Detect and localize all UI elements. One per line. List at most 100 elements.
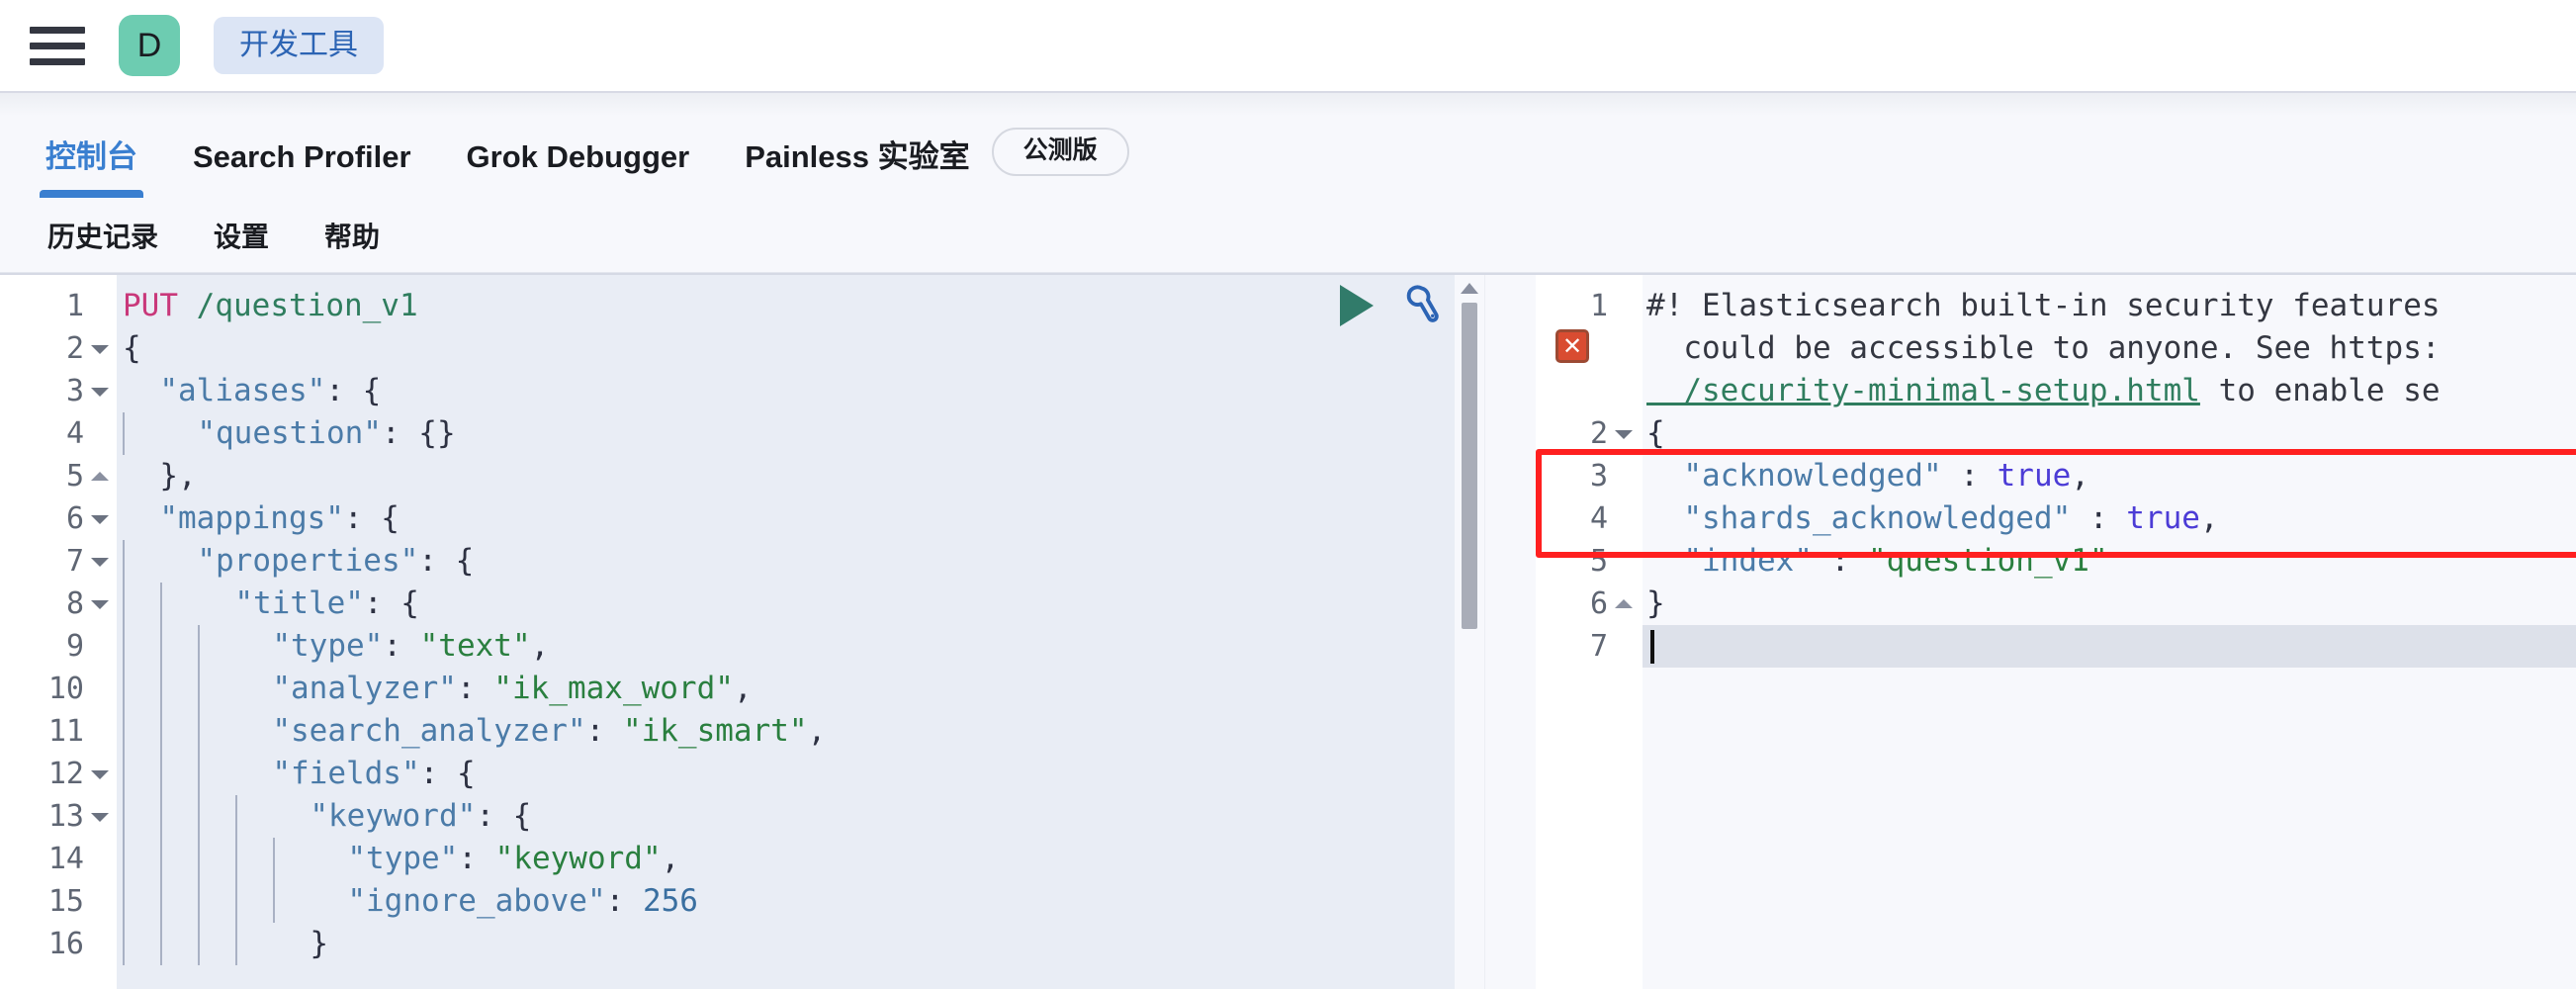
error-icon[interactable]: ✕ — [1555, 329, 1589, 363]
code-token: /question_v1 — [196, 288, 418, 323]
pane-resize-handle[interactable] — [1484, 275, 1536, 989]
response-line[interactable]: "shards_acknowledged" : true, — [1643, 497, 2576, 540]
code-line[interactable]: "fields": { — [117, 753, 1536, 795]
code-token: "ik_max_word" — [493, 671, 734, 706]
beta-badge: 公测版 — [991, 128, 1129, 176]
code-token: "ignore_above" — [347, 883, 606, 919]
avatar[interactable]: D — [119, 15, 180, 76]
subnav-help[interactable]: 帮助 — [297, 216, 407, 255]
fold-toggle-icon[interactable] — [91, 595, 109, 613]
indent-guide — [123, 412, 160, 455]
line-number-text: 7 — [65, 543, 84, 579]
code-line[interactable]: { — [117, 327, 1536, 370]
fold-toggle-icon[interactable] — [91, 553, 109, 571]
indent-guide — [198, 625, 235, 668]
response-pane[interactable]: ✕ 1 2 3 4 5 6 7 #! Elasticsearch built-in secu… — [1536, 273, 2576, 989]
line-number-text: 12 — [47, 756, 84, 791]
code-line[interactable]: "aliases": { — [117, 370, 1536, 412]
tab-search-profiler-label: Search Profiler — [193, 139, 411, 174]
line-number-text: 3 — [65, 373, 84, 408]
response-line[interactable]: #! Elasticsearch built-in security featu… — [1643, 285, 2576, 327]
response-line-number: 6 — [1536, 583, 1643, 625]
code-token: : { — [476, 798, 532, 834]
response-line[interactable] — [1643, 625, 2576, 668]
scrollbar-thumb[interactable] — [1462, 303, 1477, 629]
subnav-settings[interactable]: 设置 — [186, 216, 297, 255]
code-token: : — [456, 671, 494, 706]
code-line[interactable]: "ignore_above": 256 — [117, 880, 1536, 923]
subnav-history[interactable]: 历史记录 — [20, 216, 186, 255]
tab-grok-debugger[interactable]: Grok Debugger — [439, 141, 718, 198]
tab-grok-debugger-label: Grok Debugger — [466, 139, 690, 174]
indent-guide — [123, 880, 160, 923]
response-line[interactable]: /security-minimal-setup.html to enable s… — [1643, 370, 2576, 412]
fold-toggle-icon[interactable] — [91, 808, 109, 826]
code-line[interactable]: "title": { — [117, 583, 1536, 625]
code-line[interactable]: "type": "keyword", — [117, 838, 1536, 880]
scroll-up-arrow-icon[interactable] — [1461, 283, 1478, 294]
response-line[interactable]: } — [1643, 583, 2576, 625]
code-line[interactable]: "mappings": { — [117, 497, 1536, 540]
code-line[interactable]: "question": {} — [117, 412, 1536, 455]
response-line[interactable]: "index" : "question_v1" — [1643, 540, 2576, 583]
request-editor-scrollbar[interactable] — [1455, 275, 1484, 989]
code-line[interactable]: "analyzer": "ik_max_word", — [117, 668, 1536, 710]
fold-toggle-icon[interactable] — [91, 383, 109, 401]
hamburger-icon[interactable] — [30, 23, 85, 68]
tab-console[interactable]: 控制台 — [18, 141, 165, 198]
code-line[interactable]: }, — [117, 455, 1536, 497]
response-line[interactable]: { — [1643, 412, 2576, 455]
fold-toggle-icon[interactable] — [91, 340, 109, 358]
line-number-text: 4 — [1589, 500, 1608, 536]
request-line-number: 14 — [0, 838, 117, 880]
code-token: "text" — [419, 628, 531, 664]
fold-toggle-icon[interactable] — [91, 510, 109, 528]
request-code-area[interactable]: PUT /question_v1{ "aliases": { "question… — [117, 275, 1536, 989]
code-token: : { — [325, 373, 382, 408]
response-token: : — [1812, 543, 1868, 579]
line-number-text: 4 — [65, 415, 84, 451]
code-line[interactable]: "type": "text", — [117, 625, 1536, 668]
request-line-number: 6 — [0, 497, 117, 540]
fold-toggle-icon[interactable] — [91, 468, 109, 486]
response-line[interactable]: could be accessible to anyone. See https… — [1643, 327, 2576, 370]
fold-toggle-icon[interactable] — [1615, 425, 1633, 443]
console-workspace: 1 2 3 4 5 6 7 8 9 10 11 12 13 14 15 16 PUT /question_v1… — [0, 273, 2576, 989]
play-icon[interactable] — [1340, 285, 1374, 326]
code-line[interactable]: "search_analyzer": "ik_smart", — [117, 710, 1536, 753]
code-line[interactable]: "keyword": { — [117, 795, 1536, 838]
code-token: : { — [418, 543, 475, 579]
response-line-number: 7 — [1536, 625, 1643, 668]
request-line-number: 3 — [0, 370, 117, 412]
line-number-text: 3 — [1589, 458, 1608, 494]
response-token — [1646, 461, 1683, 492]
request-line-number: 12 — [0, 753, 117, 795]
response-code-area[interactable]: #! Elasticsearch built-in security featu… — [1643, 275, 2576, 989]
tab-search-profiler[interactable]: Search Profiler — [165, 141, 439, 198]
secondary-nav: 历史记录 设置 帮助 — [0, 198, 2576, 273]
code-line[interactable]: } — [117, 923, 1536, 965]
code-line[interactable]: "properties": { — [117, 540, 1536, 583]
indent-guide — [160, 923, 198, 965]
request-line-number: 8 — [0, 583, 117, 625]
hamburger-bar-2 — [30, 42, 85, 49]
tab-painless-lab-label: Painless 实验室 — [745, 139, 970, 174]
tab-painless-lab[interactable]: Painless 实验室 公测版 — [717, 124, 1156, 198]
fold-toggle-icon[interactable] — [91, 765, 109, 783]
top-bar: D 开发工具 — [0, 0, 2576, 91]
fold-toggle-icon[interactable] — [1615, 595, 1633, 613]
app-selector-button[interactable]: 开发工具 — [214, 17, 384, 74]
wrench-icon[interactable] — [1399, 283, 1445, 328]
request-editor-pane[interactable]: 1 2 3 4 5 6 7 8 9 10 11 12 13 14 15 16 PUT /question_v1… — [0, 273, 1536, 989]
code-line[interactable]: PUT /question_v1 — [117, 285, 1536, 327]
response-line-number-gutter: ✕ 1 2 3 4 5 6 7 — [1536, 275, 1643, 989]
indent-guide — [235, 838, 273, 880]
response-line[interactable]: "acknowledged" : true, — [1643, 455, 2576, 497]
